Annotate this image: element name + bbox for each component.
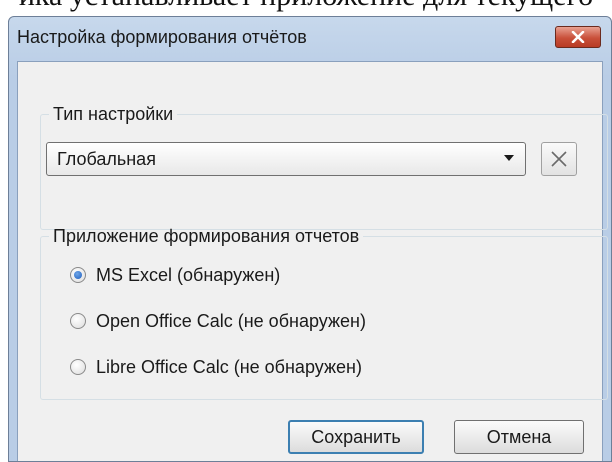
radio-option-open-office[interactable]: Open Office Calc (не обнаружен) (70, 308, 366, 334)
close-button[interactable] (555, 26, 601, 48)
radio-button[interactable] (70, 359, 86, 375)
settings-dialog: Настройка формирования отчётов Тип настр… (8, 16, 612, 462)
radio-button-checked[interactable] (70, 267, 86, 283)
radio-label: MS Excel (обнаружен) (96, 264, 281, 285)
chevron-down-icon (504, 155, 514, 161)
x-icon (551, 151, 567, 167)
background-document-text: ика устанавливает приложение для текущег… (0, 0, 612, 14)
radio-button[interactable] (70, 313, 86, 329)
radio-label: Libre Office Calc (не обнаружен) (96, 356, 362, 377)
close-icon (571, 31, 585, 43)
radio-option-libre-office[interactable]: Libre Office Calc (не обнаружен) (70, 354, 362, 380)
cancel-button[interactable]: Отмена (454, 420, 584, 454)
radio-label: Open Office Calc (не обнаружен) (96, 310, 366, 331)
radio-option-ms-excel[interactable]: MS Excel (обнаружен) (70, 262, 280, 288)
clear-setting-button[interactable] (541, 142, 577, 176)
dialog-body: Тип настройки Глобальная Приложение форм… (17, 61, 608, 461)
dialog-title: Настройка формирования отчётов (17, 27, 307, 47)
settings-type-label: Тип настройки (53, 104, 174, 124)
settings-type-dropdown[interactable]: Глобальная (46, 142, 526, 176)
title-bar[interactable]: Настройка формирования отчётов (9, 17, 611, 61)
settings-type-value: Глобальная (57, 149, 156, 169)
save-button[interactable]: Сохранить (288, 420, 424, 454)
report-app-label: Приложение формирования отчетов (53, 226, 360, 246)
